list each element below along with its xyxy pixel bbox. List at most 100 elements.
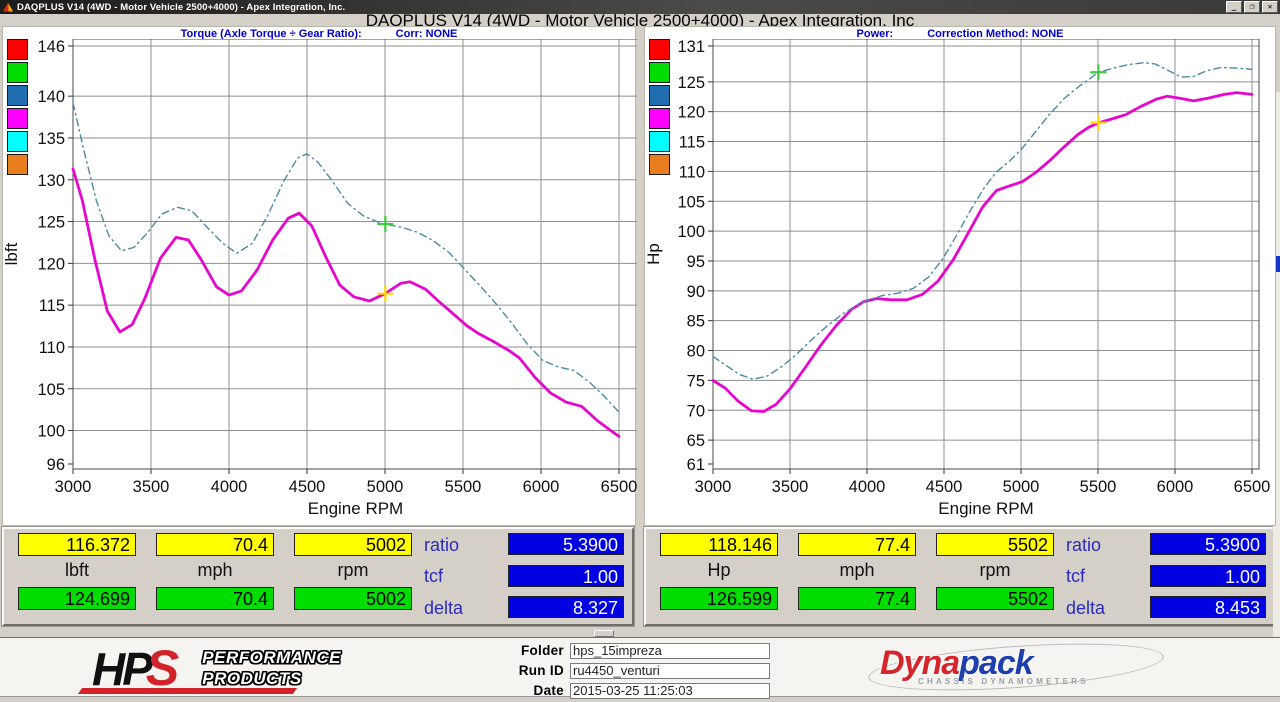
x-tick-label: 6000 xyxy=(523,478,560,496)
y-tick-label: 75 xyxy=(687,372,705,390)
plot-border xyxy=(713,39,1259,469)
x-tick-label: 5500 xyxy=(445,478,482,496)
legend-swatch-blue[interactable] xyxy=(649,85,670,106)
legend-swatch-orange[interactable] xyxy=(7,154,28,175)
y-tick-label: 115 xyxy=(679,134,705,152)
legend-swatch-cyan[interactable] xyxy=(649,131,670,152)
x-tick-label: 5000 xyxy=(1003,478,1040,496)
torque-cursor-rpm: 5002 xyxy=(294,533,412,556)
reference-run-torque-curve xyxy=(73,103,619,412)
mph-unit-label: mph xyxy=(798,560,916,581)
rpm-unit-label: rpm xyxy=(294,560,412,581)
y-tick-label: 130 xyxy=(37,172,65,190)
y-tick-label: 120 xyxy=(677,104,705,122)
y-tick-label: 80 xyxy=(687,343,705,361)
delta-label: delta xyxy=(424,598,463,619)
x-tick-label: 3000 xyxy=(695,478,732,496)
power-panel: Power:Correction Method: NONE 1311251201… xyxy=(644,26,1276,526)
power-ref-mph: 77.4 xyxy=(798,587,916,610)
run-id-input[interactable] xyxy=(570,663,770,679)
cursor-marker[interactable] xyxy=(1090,64,1106,80)
power-cursor-mph: 77.4 xyxy=(798,533,916,556)
reference-run-power-curve xyxy=(713,63,1252,380)
folder-label: Folder xyxy=(500,643,564,658)
run-info-fields: Folder Run ID Date xyxy=(500,641,770,701)
y-tick-label: 120 xyxy=(37,255,65,273)
current-run-torque-curve xyxy=(73,169,619,437)
date-input[interactable] xyxy=(570,683,770,699)
x-tick-label: 4500 xyxy=(926,478,963,496)
y-axis-title: lbft xyxy=(3,242,21,265)
torque-chart[interactable]: 1461401351301251201151101051009630003500… xyxy=(3,39,637,519)
footer-bar: HPS PERFORMANCE PRODUCTS Folder Run ID D… xyxy=(0,637,1280,697)
rpm-unit-label: rpm xyxy=(936,560,1054,581)
cursor-marker[interactable] xyxy=(377,216,393,232)
gridlines xyxy=(708,39,1259,474)
y-tick-label: 96 xyxy=(47,456,65,474)
ratio-label: ratio xyxy=(424,535,459,556)
ratio-label: ratio xyxy=(1066,535,1101,556)
torque-ref-value: 124.699 xyxy=(18,587,136,610)
y-tick-label: 131 xyxy=(677,39,705,56)
tcf-value: 1.00 xyxy=(508,565,624,587)
x-axis-title: Engine RPM xyxy=(938,499,1033,518)
legend-swatch-red[interactable] xyxy=(649,39,670,60)
hps-logo: HPS PERFORMANCE PRODUCTS xyxy=(92,642,341,694)
legend-swatch-green[interactable] xyxy=(649,62,670,83)
daqplus-window: DAQPLUS V14 (4WD - Motor Vehicle 2500+40… xyxy=(0,0,1280,702)
power-cursor-rpm: 5502 xyxy=(936,533,1054,556)
delta-value: 8.453 xyxy=(1150,596,1266,618)
torque-legend-swatches xyxy=(7,39,28,177)
y-tick-label: 110 xyxy=(39,339,65,357)
splitter-notch[interactable] xyxy=(594,630,614,637)
plot-border xyxy=(73,39,637,469)
y-tick-label: 95 xyxy=(687,253,705,271)
run-id-label: Run ID xyxy=(500,663,564,678)
y-tick-label: 70 xyxy=(687,402,705,420)
x-tick-label: 4000 xyxy=(211,478,248,496)
legend-swatch-cyan[interactable] xyxy=(7,131,28,152)
power-ref-rpm: 5502 xyxy=(936,587,1054,610)
folder-input[interactable] xyxy=(570,643,770,659)
y-tick-label: 90 xyxy=(687,283,705,301)
torque-cursor-mph: 70.4 xyxy=(156,533,274,556)
power-chart[interactable]: 1311251201151101051009590858075706561300… xyxy=(645,39,1277,519)
legend-swatch-magenta[interactable] xyxy=(649,108,670,129)
date-label: Date xyxy=(500,683,564,698)
legend-swatch-blue[interactable] xyxy=(7,85,28,106)
torque-ref-mph: 70.4 xyxy=(156,587,274,610)
y-tick-label: 65 xyxy=(687,432,705,450)
mph-unit-label: mph xyxy=(156,560,274,581)
legend-swatch-red[interactable] xyxy=(7,39,28,60)
y-tick-label: 125 xyxy=(677,74,705,92)
torque-ref-rpm: 5002 xyxy=(294,587,412,610)
x-tick-label: 6500 xyxy=(601,478,637,496)
legend-swatch-orange[interactable] xyxy=(649,154,670,175)
cursor-marker[interactable] xyxy=(377,286,393,302)
ratio-value: 5.3900 xyxy=(1150,533,1266,555)
x-tick-label: 3500 xyxy=(772,478,809,496)
page-title: DAQPLUS V14 (4WD - Motor Vehicle 2500+40… xyxy=(0,11,1280,26)
legend-swatch-green[interactable] xyxy=(7,62,28,83)
power-unit-label: Hp xyxy=(660,560,778,581)
gridlines xyxy=(68,39,637,474)
tcf-label: tcf xyxy=(424,566,443,587)
y-tick-label: 110 xyxy=(679,163,705,181)
current-run-power-curve xyxy=(713,93,1252,412)
y-tick-label: 100 xyxy=(677,223,705,241)
y-tick-label: 125 xyxy=(37,214,65,232)
power-ref-value: 126.599 xyxy=(660,587,778,610)
ratio-value: 5.3900 xyxy=(508,533,624,555)
hps-logo-line2: PRODUCTS xyxy=(202,668,341,689)
cursor-marker[interactable] xyxy=(1090,115,1106,131)
legend-swatch-magenta[interactable] xyxy=(7,108,28,129)
y-tick-label: 146 xyxy=(37,39,65,56)
y-tick-label: 61 xyxy=(687,456,705,474)
y-tick-label: 100 xyxy=(37,423,65,441)
hps-logo-line1: PERFORMANCE xyxy=(202,647,341,668)
delta-label: delta xyxy=(1066,598,1105,619)
torque-unit-label: lbft xyxy=(18,560,136,581)
power-readout-panel: 118.146 77.4 5502 Hp mph rpm 126.599 77.… xyxy=(644,527,1275,626)
power-cursor-value: 118.146 xyxy=(660,533,778,556)
x-tick-label: 6500 xyxy=(1234,478,1271,496)
